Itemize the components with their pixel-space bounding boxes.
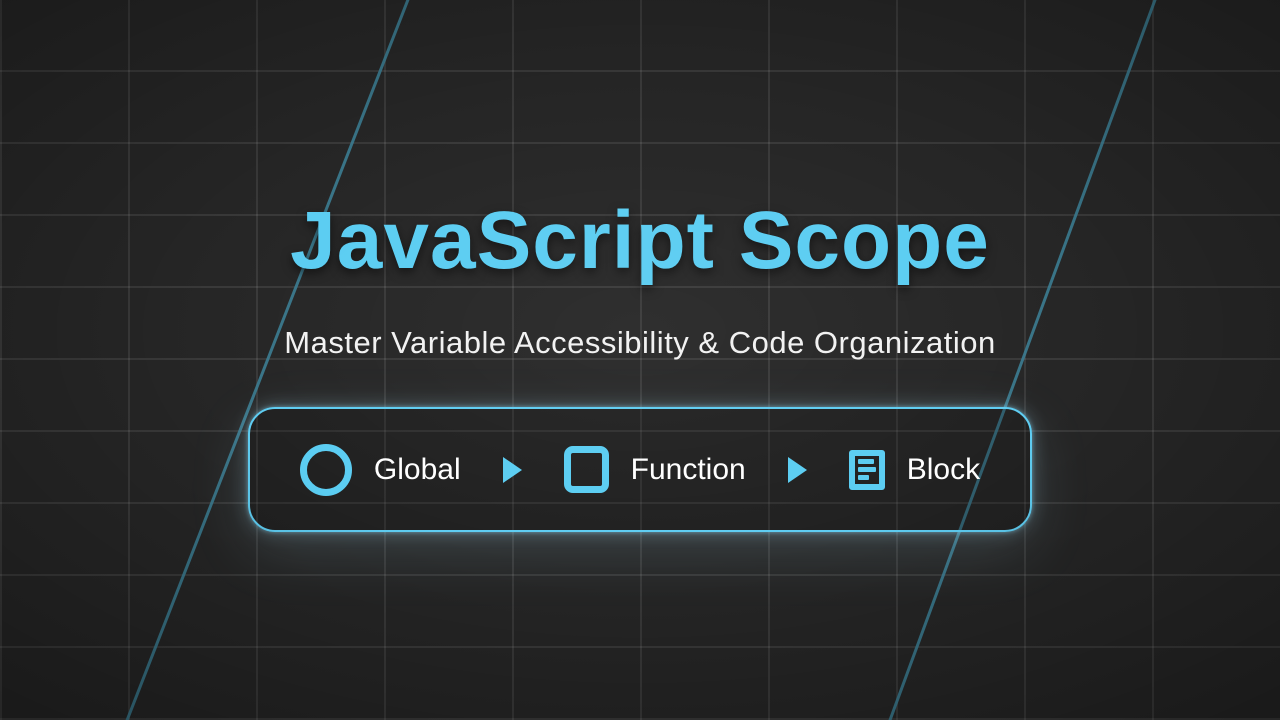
thumbnail-canvas: JavaScript Scope Master Variable Accessi… [0, 0, 1280, 720]
flow-item-label: Function [630, 452, 746, 486]
scope-flow-box: Global Function Block [248, 407, 1032, 532]
triangle-right-icon [502, 456, 522, 483]
flow-item-block: Block [848, 449, 981, 490]
flow-item-function: Function [563, 446, 746, 493]
document-line [857, 459, 874, 465]
diagonal-line-right [877, 0, 1168, 720]
circle-outline-icon [299, 443, 352, 496]
document-line [857, 474, 869, 480]
flow-item-label: Global [373, 452, 461, 486]
page-title: JavaScript Scope [290, 195, 990, 286]
square-outline-icon [563, 446, 609, 493]
document-lines-icon [848, 449, 885, 490]
page-subtitle: Master Variable Accessibility & Code Org… [284, 325, 996, 360]
flow-item-global: Global [299, 443, 461, 496]
triangle-right-icon [787, 456, 807, 483]
flow-item-label: Block [906, 452, 981, 486]
diagonal-line-left [115, 0, 420, 720]
document-line [857, 467, 876, 472]
vignette-overlay [0, 0, 1280, 720]
